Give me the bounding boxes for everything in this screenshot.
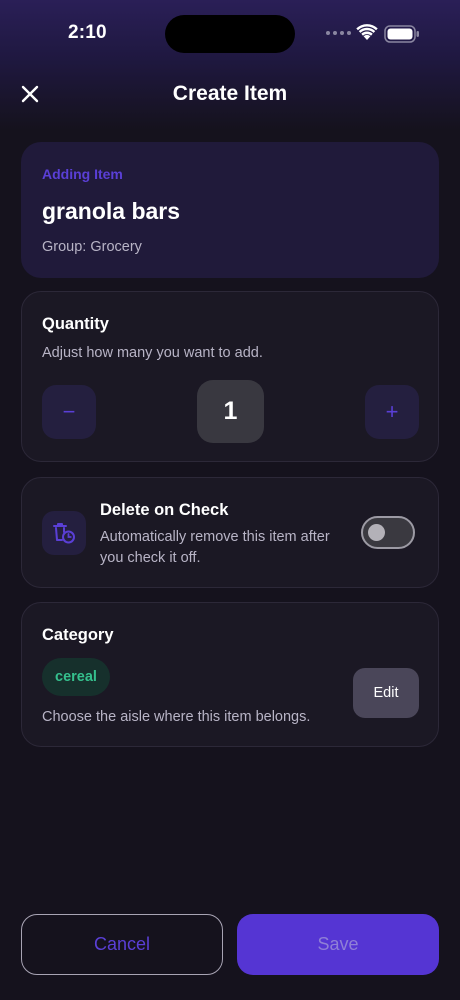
adding-item-label: Adding Item: [42, 166, 123, 182]
battery-icon: [384, 25, 420, 48]
quantity-value: 1: [197, 380, 264, 443]
decrement-button[interactable]: −: [42, 385, 96, 439]
page-title: Create Item: [172, 82, 288, 105]
cancel-button[interactable]: Cancel: [21, 914, 223, 975]
category-title: Category: [42, 626, 114, 644]
category-description: Choose the aisle where this item belongs…: [42, 709, 311, 725]
item-summary-card: Adding Item granola bars Group: Grocery: [21, 142, 439, 278]
edit-category-button[interactable]: Edit: [353, 668, 419, 718]
status-bar: 2:10: [0, 0, 460, 70]
toggle-knob: [368, 524, 385, 541]
quantity-title: Quantity: [42, 315, 109, 333]
minus-icon: −: [62, 399, 76, 424]
nav-bar: Create Item: [0, 70, 460, 120]
quantity-description: Adjust how many you want to add.: [42, 345, 263, 361]
trash-timer-icon: [42, 511, 86, 555]
quantity-card: Quantity Adjust how many you want to add…: [21, 291, 439, 462]
cellular-signal-icon: [326, 31, 351, 35]
save-button[interactable]: Save: [237, 914, 439, 975]
dynamic-island: [165, 15, 295, 53]
delete-on-check-toggle[interactable]: [361, 516, 415, 549]
create-item-screen: 2:10 Create Item Adding Item granola bar…: [0, 0, 460, 1000]
item-name: granola bars: [42, 198, 181, 224]
category-card: Category cereal Choose the aisle where t…: [21, 602, 439, 747]
category-chip: cereal: [42, 658, 110, 696]
item-group: Group: Grocery: [42, 239, 142, 255]
delete-on-check-card: Delete on Check Automatically remove thi…: [21, 477, 439, 588]
status-time: 2:10: [68, 22, 107, 43]
delete-on-check-description: Automatically remove this item after you…: [100, 529, 330, 566]
delete-on-check-title: Delete on Check: [100, 501, 229, 519]
wifi-icon: [356, 24, 378, 46]
increment-button[interactable]: +: [365, 385, 419, 439]
plus-icon: +: [385, 399, 399, 424]
